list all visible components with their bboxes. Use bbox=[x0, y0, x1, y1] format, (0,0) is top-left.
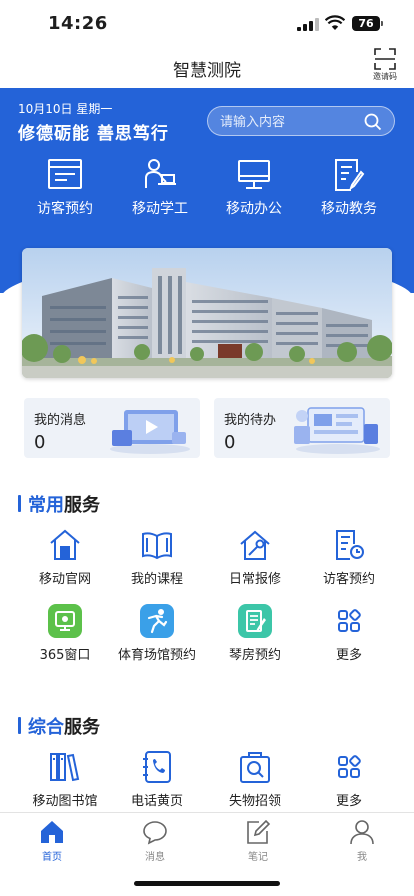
status-bar: 14:26 76 bbox=[0, 0, 414, 46]
service-sports-venue[interactable]: 体育场馆预约 bbox=[107, 604, 207, 663]
header-slogan: 修德砺能 善思笃行 bbox=[18, 124, 169, 144]
invite-code-button[interactable]: 邀请码 bbox=[370, 48, 400, 82]
quick-link-visitor[interactable]: 访客预约 bbox=[20, 158, 110, 218]
service-label: 365窗口 bbox=[39, 648, 91, 663]
service-label: 更多 bbox=[335, 794, 362, 809]
window-365-icon bbox=[48, 604, 82, 638]
my-messages-card[interactable]: 我的消息 0 bbox=[24, 398, 200, 458]
service-more-general[interactable]: 更多 bbox=[299, 750, 399, 809]
chat-bubble-icon bbox=[143, 821, 167, 845]
search-icon[interactable] bbox=[364, 113, 382, 131]
service-label: 访客预约 bbox=[322, 572, 375, 587]
wifi-icon bbox=[325, 15, 345, 30]
tab-home[interactable]: 首页 bbox=[22, 819, 82, 863]
my-todos-card[interactable]: 我的待办 0 bbox=[214, 398, 390, 458]
service-more-common[interactable]: 更多 bbox=[299, 604, 399, 663]
more-grid-icon bbox=[338, 609, 361, 632]
my-messages-count: 0 bbox=[34, 432, 46, 453]
quick-link-label: 访客预约 bbox=[37, 201, 93, 217]
monitor-icon bbox=[238, 160, 270, 189]
campus-building-illustration bbox=[22, 248, 392, 378]
service-repair[interactable]: 日常报修 bbox=[205, 528, 305, 587]
tab-label: 首页 bbox=[42, 852, 62, 863]
service-piano-room[interactable]: 琴房预约 bbox=[205, 604, 305, 663]
common-services-heading: 常用服务 bbox=[18, 491, 100, 517]
service-visitor-booking[interactable]: 访客预约 bbox=[299, 528, 399, 587]
battery-indicator: 76 bbox=[352, 16, 383, 31]
student-desk-icon bbox=[145, 159, 176, 188]
navigation-bar: 智慧测院 邀请码 bbox=[0, 46, 414, 88]
tab-label: 我 bbox=[357, 852, 367, 863]
service-label: 失物招领 bbox=[228, 794, 281, 809]
phonebook-icon bbox=[143, 751, 171, 783]
scan-frame-icon bbox=[374, 48, 396, 70]
lost-found-icon bbox=[240, 752, 270, 783]
service-phonebook[interactable]: 电话黄页 bbox=[107, 750, 207, 809]
library-icon bbox=[50, 753, 80, 782]
book-icon bbox=[142, 532, 172, 560]
service-365-window[interactable]: 365窗口 bbox=[15, 604, 115, 663]
my-messages-title: 我的消息 bbox=[34, 413, 87, 428]
service-label: 我的课程 bbox=[130, 572, 183, 587]
service-official-website[interactable]: 移动官网 bbox=[15, 528, 115, 587]
tab-messages[interactable]: 消息 bbox=[125, 819, 185, 863]
general-services-heading: 综合服务 bbox=[18, 713, 100, 739]
status-time: 14:26 bbox=[48, 13, 108, 34]
quick-link-label: 移动办公 bbox=[226, 201, 282, 217]
sports-icon bbox=[140, 604, 174, 638]
tab-profile[interactable]: 我 bbox=[332, 819, 392, 863]
search-bar[interactable] bbox=[207, 106, 395, 136]
tab-label: 消息 bbox=[145, 852, 165, 863]
visitor-form-icon bbox=[48, 159, 82, 189]
repair-house-icon bbox=[240, 530, 270, 560]
service-label: 移动官网 bbox=[38, 572, 91, 587]
edit-document-icon bbox=[335, 159, 365, 191]
quick-link-label: 移动学工 bbox=[132, 201, 188, 217]
my-todos-count: 0 bbox=[224, 432, 236, 453]
search-input[interactable] bbox=[220, 112, 360, 132]
service-label: 移动图书馆 bbox=[32, 794, 98, 809]
note-edit-icon bbox=[247, 819, 271, 844]
more-grid-icon bbox=[338, 755, 361, 778]
invite-code-label: 邀请码 bbox=[373, 72, 397, 81]
video-screen-illustration-icon bbox=[110, 410, 190, 454]
home-filled-icon bbox=[41, 821, 63, 843]
quick-link-academic[interactable]: 移动教务 bbox=[304, 158, 394, 218]
visitor-schedule-icon bbox=[336, 530, 364, 560]
home-icon bbox=[50, 529, 80, 560]
piano-room-icon bbox=[238, 604, 272, 638]
service-label: 更多 bbox=[335, 648, 362, 663]
dashboard-illustration-icon bbox=[294, 407, 380, 454]
tab-label: 笔记 bbox=[248, 852, 268, 863]
cellular-signal-icon bbox=[297, 17, 319, 31]
service-label: 琴房预约 bbox=[228, 648, 281, 663]
user-icon bbox=[350, 820, 374, 845]
header-date: 10月10日 星期一 bbox=[18, 102, 113, 116]
service-my-courses[interactable]: 我的课程 bbox=[107, 528, 207, 587]
service-label: 电话黄页 bbox=[130, 794, 183, 809]
quick-link-label: 移动教务 bbox=[321, 201, 377, 217]
quick-link-student-affairs[interactable]: 移动学工 bbox=[115, 158, 205, 218]
quick-link-office[interactable]: 移动办公 bbox=[209, 158, 299, 218]
tab-notes[interactable]: 笔记 bbox=[228, 819, 288, 863]
page-title: 智慧测院 bbox=[173, 61, 241, 81]
home-indicator bbox=[134, 881, 280, 886]
my-todos-title: 我的待办 bbox=[224, 413, 277, 428]
service-lost-and-found[interactable]: 失物招领 bbox=[205, 750, 305, 809]
service-label: 体育场馆预约 bbox=[117, 648, 196, 663]
service-mobile-library[interactable]: 移动图书馆 bbox=[15, 750, 115, 809]
campus-banner-image[interactable] bbox=[22, 248, 392, 378]
service-label: 日常报修 bbox=[228, 572, 281, 587]
